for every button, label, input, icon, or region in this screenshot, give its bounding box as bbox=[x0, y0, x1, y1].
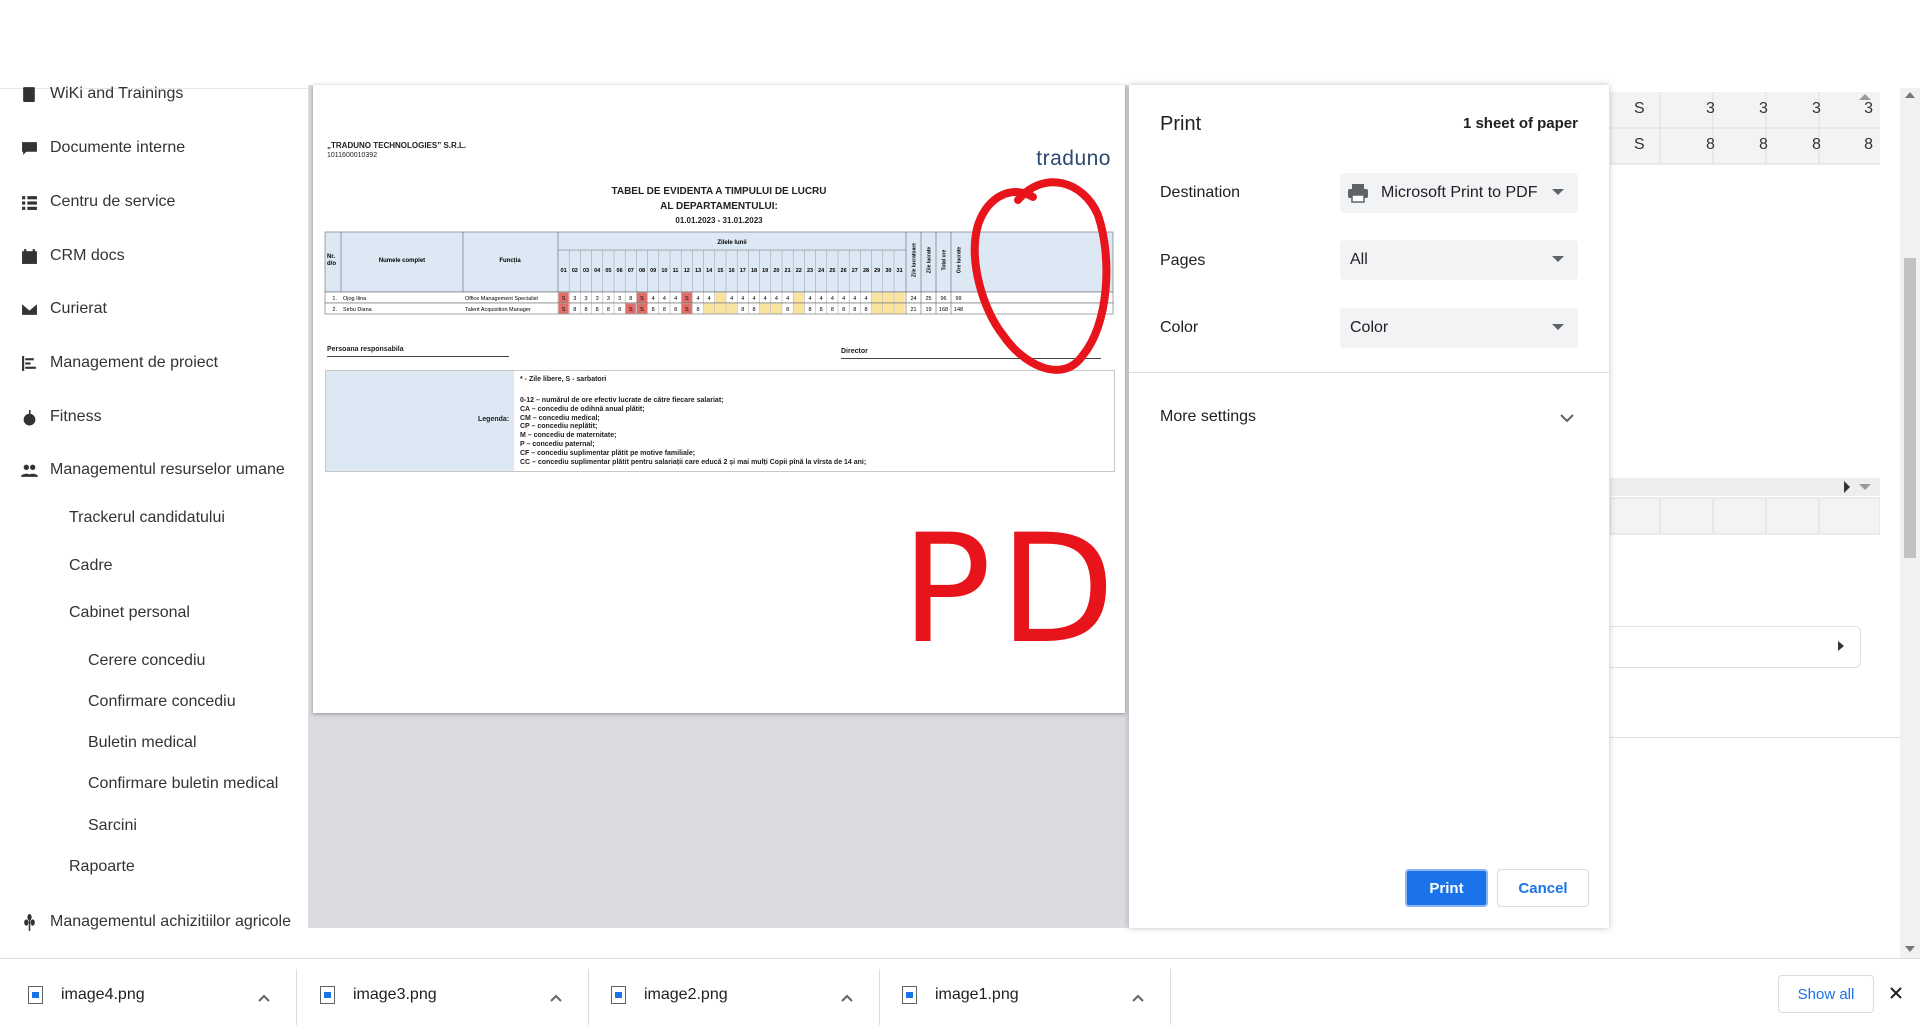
users-icon bbox=[20, 461, 38, 479]
sidebar-item-label: Curierat bbox=[50, 300, 107, 317]
sidebar-item-label: WiKi and Trainings bbox=[50, 85, 184, 102]
file-icon bbox=[902, 986, 917, 1004]
bg-cell: 3 bbox=[1759, 100, 1768, 117]
download-item[interactable]: image2.png bbox=[611, 959, 871, 1031]
sidebar-item-label: Managementul resurselor umane bbox=[50, 461, 285, 478]
sidebar-item-crm[interactable]: CRM docs bbox=[20, 247, 125, 265]
sidebar-item-label: Managementul achizitiilor agricole bbox=[50, 913, 292, 930]
bg-cell: 8 bbox=[1706, 136, 1715, 153]
sidebar-item-label: Centru de service bbox=[50, 193, 176, 210]
comment-icon bbox=[20, 139, 38, 157]
pages-label: Pages bbox=[1160, 252, 1206, 269]
print-button[interactable]: Print bbox=[1405, 869, 1488, 907]
background-expand-row[interactable] bbox=[1610, 626, 1861, 668]
calendar-icon bbox=[20, 247, 38, 265]
sidebar-item-rapoarte[interactable]: Rapoarte bbox=[69, 858, 135, 876]
download-separator bbox=[588, 969, 589, 1025]
close-icon[interactable] bbox=[1888, 985, 1904, 1001]
bg-cell: 8 bbox=[1812, 136, 1821, 153]
sidebar-item-label: CRM docs bbox=[50, 247, 125, 264]
bg-cell: S bbox=[1634, 100, 1645, 117]
envelope-icon bbox=[20, 300, 38, 318]
destination-label: Destination bbox=[1160, 184, 1241, 201]
print-title: Print bbox=[1160, 113, 1202, 135]
more-settings-label: More settings bbox=[1160, 408, 1257, 425]
sidebar-item-cerere-concediu[interactable]: Cerere concediu bbox=[88, 652, 205, 670]
file-icon bbox=[28, 986, 43, 1004]
chevron-down-icon bbox=[1552, 256, 1564, 262]
pages-value: All bbox=[1350, 251, 1368, 268]
more-settings-toggle[interactable]: More settings bbox=[1160, 400, 1580, 436]
sidebar-item-buletin-medical[interactable]: Buletin medical bbox=[88, 734, 197, 752]
download-filename: image3.png bbox=[353, 986, 437, 1003]
list-icon bbox=[20, 193, 38, 211]
downloads-bar: image4.png image3.png image2.png image1.… bbox=[0, 958, 1920, 1031]
sidebar: WiKi and Trainings Documente interne Cen… bbox=[0, 85, 308, 959]
sidebar-item-label: Fitness bbox=[50, 408, 102, 425]
sidebar-item-proiect[interactable]: Management de proiect bbox=[20, 354, 218, 372]
chevron-down-icon bbox=[1552, 324, 1564, 330]
download-separator bbox=[296, 969, 297, 1025]
file-icon bbox=[611, 986, 626, 1004]
chevron-up-icon[interactable] bbox=[841, 989, 853, 1007]
sidebar-item-confirmare-buletin[interactable]: Confirmare buletin medical bbox=[88, 775, 278, 793]
book-icon bbox=[20, 85, 38, 103]
sidebar-item-label: Management de proiect bbox=[50, 354, 219, 371]
sidebar-item-fitness[interactable]: Fitness bbox=[20, 408, 102, 426]
sidebar-item-cabinet[interactable]: Cabinet personal bbox=[69, 604, 190, 622]
sidebar-item-label: Documente interne bbox=[50, 139, 186, 156]
sidebar-item-curierat[interactable]: Curierat bbox=[20, 300, 107, 318]
destination-value: Microsoft Print to PDF bbox=[1381, 184, 1538, 201]
bg-cell: 3 bbox=[1706, 100, 1715, 117]
sidebar-item-sarcini[interactable]: Sarcini bbox=[88, 817, 137, 835]
color-value: Color bbox=[1350, 319, 1389, 336]
download-filename: image2.png bbox=[644, 986, 728, 1003]
chevron-down-icon bbox=[1560, 414, 1574, 423]
chevron-up-icon[interactable] bbox=[258, 989, 270, 1007]
sidebar-item-service[interactable]: Centru de service bbox=[20, 193, 175, 211]
chevron-right-icon[interactable] bbox=[1838, 641, 1844, 651]
download-filename: image4.png bbox=[61, 986, 145, 1003]
tasks-icon bbox=[20, 354, 38, 372]
show-all-button[interactable]: Show all bbox=[1778, 975, 1874, 1013]
sidebar-item-cadre[interactable]: Cadre bbox=[69, 557, 113, 575]
apple-icon bbox=[20, 408, 38, 426]
chevron-down-icon bbox=[1552, 189, 1564, 195]
download-item[interactable]: image1.png bbox=[902, 959, 1162, 1031]
sidebar-item-achizitii[interactable]: Managementul achizitiilor agricole bbox=[20, 913, 291, 931]
wheat-icon bbox=[20, 913, 38, 931]
download-item[interactable]: image4.png bbox=[28, 959, 288, 1031]
destination-select[interactable]: Microsoft Print to PDF bbox=[1340, 173, 1578, 213]
panel-divider bbox=[1129, 372, 1609, 373]
bg-cell: 8 bbox=[1759, 136, 1768, 153]
download-separator bbox=[879, 969, 880, 1025]
cancel-button[interactable]: Cancel bbox=[1497, 869, 1589, 907]
printer-icon bbox=[1347, 183, 1369, 203]
sidebar-item-documente[interactable]: Documente interne bbox=[20, 139, 185, 157]
download-separator bbox=[1170, 969, 1171, 1025]
pages-select[interactable]: All bbox=[1340, 240, 1578, 280]
bg-cell: 8 bbox=[1864, 136, 1873, 153]
sidebar-item-confirmare-concediu[interactable]: Confirmare concediu bbox=[88, 693, 236, 711]
page-scrollbar[interactable] bbox=[1900, 88, 1920, 958]
bg-cell: 3 bbox=[1864, 100, 1873, 117]
color-label: Color bbox=[1160, 319, 1199, 336]
background-table: S 3 3 3 3 S 8 8 8 8 bbox=[1610, 88, 1880, 558]
chevron-up-icon[interactable] bbox=[1132, 989, 1144, 1007]
bg-cell: 3 bbox=[1812, 100, 1821, 117]
download-item[interactable]: image3.png bbox=[320, 959, 580, 1031]
pdf-scrawl: PDF bbox=[901, 503, 1125, 677]
color-select[interactable]: Color bbox=[1340, 308, 1578, 348]
sidebar-item-tracker[interactable]: Trackerul candidatului bbox=[69, 509, 225, 527]
file-icon bbox=[320, 986, 335, 1004]
sidebar-item-wiki[interactable]: WiKi and Trainings bbox=[20, 85, 183, 103]
bg-cell: S bbox=[1634, 136, 1645, 153]
chevron-up-icon[interactable] bbox=[550, 989, 562, 1007]
background-divider bbox=[1610, 737, 1920, 738]
sheet-count: 1 sheet of paper bbox=[1462, 115, 1578, 132]
preview-page: „TRADUNO TECHNOLOGIES” S.R.L. 1011600010… bbox=[313, 85, 1125, 713]
sidebar-item-hr[interactable]: Managementul resurselor umane bbox=[20, 461, 285, 479]
download-filename: image1.png bbox=[935, 986, 1019, 1003]
